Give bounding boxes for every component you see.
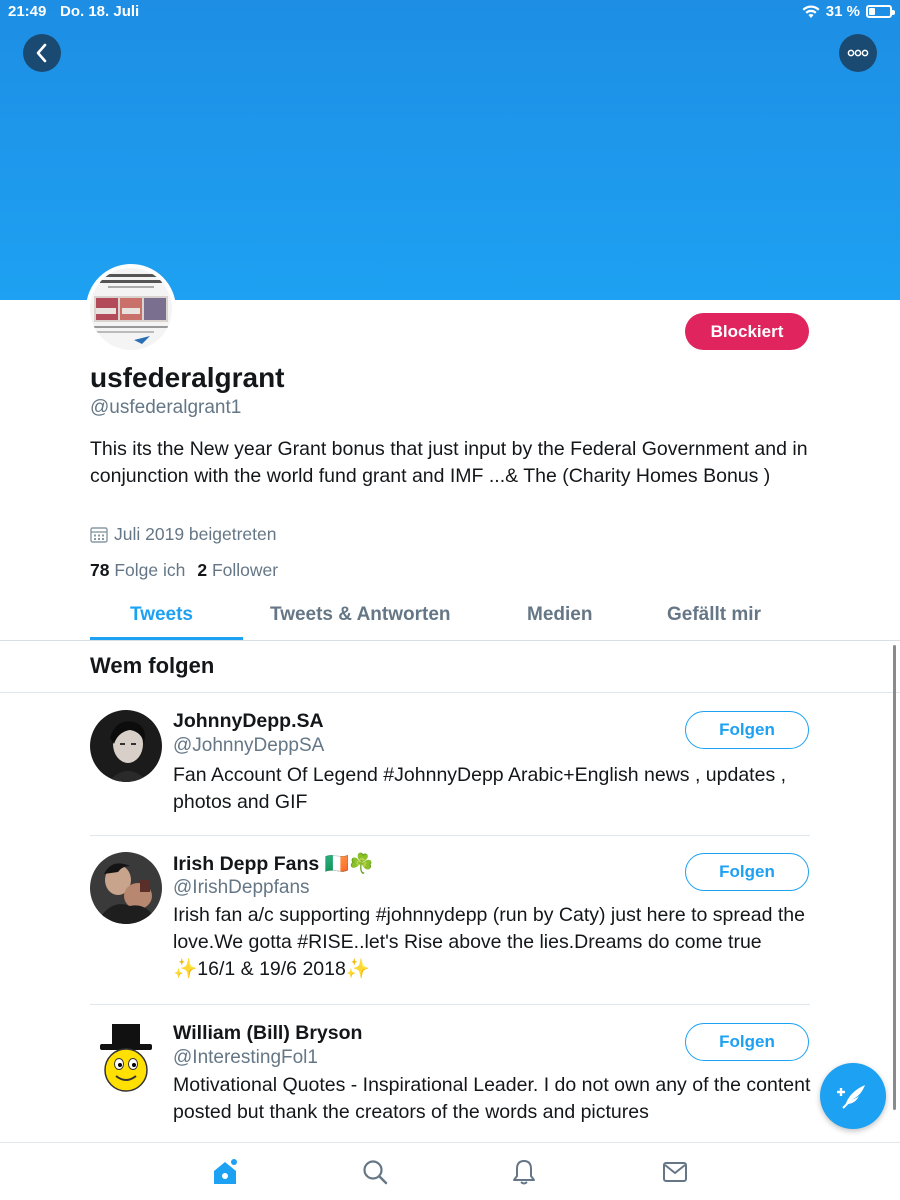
profile-bio: This its the New year Grant bonus that j…: [90, 438, 808, 487]
user-name: Irish Depp Fans 🇮🇪☘️: [173, 853, 374, 875]
nav-messages[interactable]: [660, 1157, 690, 1187]
following-label: Folge ich: [114, 560, 186, 580]
suggestion-item[interactable]: Irish Depp Fans 🇮🇪☘️ @IrishDeppfans Iris…: [90, 850, 810, 995]
tab-tweets-replies[interactable]: Tweets & Antworten: [270, 604, 451, 626]
user-bio: Motivational Quotes - Inspirational Lead…: [173, 1074, 811, 1123]
following-link[interactable]: 78 Folge ich: [90, 560, 185, 581]
battery-icon: [866, 5, 895, 18]
user-avatar[interactable]: [90, 710, 162, 782]
messages-icon: [663, 1162, 687, 1182]
more-options-button[interactable]: [839, 34, 877, 72]
user-name: William (Bill) Bryson: [173, 1022, 363, 1044]
scrollbar[interactable]: [893, 645, 896, 1110]
notifications-icon: [513, 1160, 535, 1185]
user-avatar-image: [90, 852, 162, 924]
follow-button[interactable]: Folgen: [685, 853, 809, 891]
status-time: 21:49: [8, 3, 47, 20]
user-avatar-image: [100, 1024, 152, 1092]
user-name: JohnnyDepp.SA: [173, 710, 324, 732]
suggestion-item[interactable]: JohnnyDepp.SA @JohnnyDeppSA Fan Account …: [90, 708, 810, 828]
nav-search[interactable]: [360, 1157, 390, 1187]
tabs-divider: [0, 640, 900, 641]
who-to-follow-title: Wem folgen: [90, 653, 215, 678]
user-avatar-image: [90, 710, 162, 782]
row-divider: [90, 1004, 810, 1005]
user-bio: Irish fan a/c supporting #johnnydepp (ru…: [173, 904, 805, 980]
followers-label: Follower: [211, 560, 279, 580]
blocked-button[interactable]: Blockiert: [685, 313, 809, 350]
back-button[interactable]: [23, 34, 61, 72]
tab-tweets[interactable]: Tweets: [130, 604, 193, 626]
tab-media[interactable]: Medien: [527, 604, 592, 626]
followers-count: 2: [197, 560, 208, 580]
bottom-navigation: [0, 1142, 900, 1200]
wifi-icon: [802, 4, 820, 18]
profile-display-name: usfederalgrant: [90, 362, 285, 393]
profile-avatar[interactable]: [86, 264, 176, 354]
status-bar: 21:49 Do. 18. Juli 31 %: [0, 0, 900, 24]
section-divider: [0, 692, 900, 693]
profile-avatar-image: [90, 268, 172, 350]
profile-counts: 78 Folge ich 2 Follower: [90, 560, 278, 581]
search-icon: [363, 1160, 388, 1185]
status-indicators: 31 %: [802, 3, 895, 20]
following-count: 78: [90, 560, 110, 580]
home-icon: [214, 1159, 237, 1184]
user-avatar[interactable]: [90, 1022, 162, 1094]
suggestion-item[interactable]: William (Bill) Bryson @InterestingFol1 M…: [90, 1020, 810, 1140]
user-handle: @JohnnyDeppSA: [173, 735, 325, 756]
follow-button[interactable]: Folgen: [685, 1023, 809, 1061]
chevron-left-icon: [36, 43, 47, 63]
user-bio: Fan Account Of Legend #JohnnyDepp Arabic…: [173, 764, 787, 813]
profile-banner: [0, 0, 900, 300]
battery-percent: 31 %: [825, 3, 860, 20]
profile-handle: @usfederalgrant1: [90, 397, 242, 418]
compose-tweet-icon: [837, 1085, 865, 1109]
user-avatar[interactable]: [90, 852, 162, 924]
compose-tweet-button[interactable]: [820, 1063, 886, 1129]
more-dots-icon: [847, 49, 869, 57]
nav-notifications[interactable]: [509, 1157, 539, 1187]
nav-home[interactable]: [210, 1157, 240, 1187]
user-handle: @InterestingFol1: [173, 1047, 318, 1068]
calendar-icon: [90, 527, 108, 543]
user-handle: @IrishDeppfans: [173, 877, 310, 898]
status-date: Do. 18. Juli: [60, 3, 140, 20]
profile-tabs: Tweets Tweets & Antworten Medien Gefällt…: [90, 596, 810, 640]
row-divider: [90, 835, 810, 836]
follow-button[interactable]: Folgen: [685, 711, 809, 749]
tab-likes[interactable]: Gefällt mir: [667, 604, 761, 626]
profile-joined: Juli 2019 beigetreten: [90, 524, 276, 545]
followers-link[interactable]: 2 Follower: [197, 560, 278, 581]
joined-text: Juli 2019 beigetreten: [114, 524, 277, 544]
